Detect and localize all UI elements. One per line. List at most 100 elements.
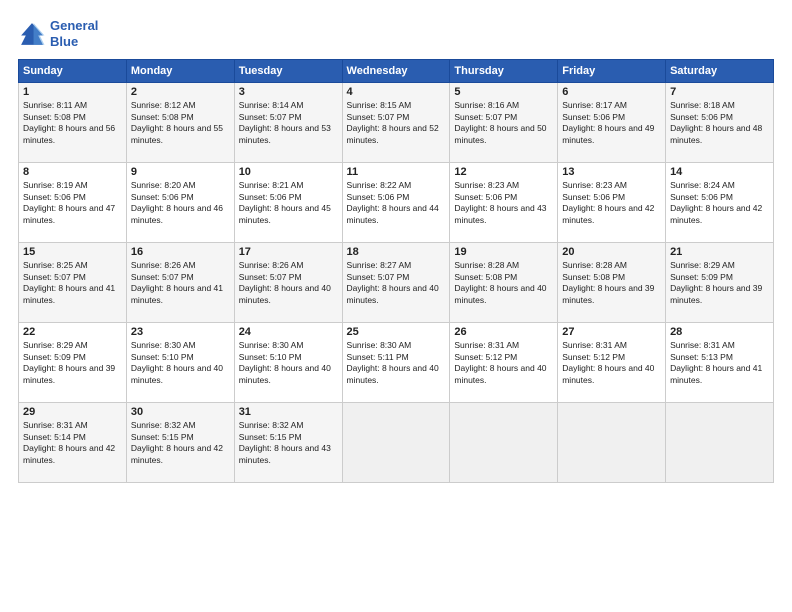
day-info: Sunrise: 8:31 AMSunset: 5:12 PMDaylight:… xyxy=(454,340,553,386)
calendar-cell: 7 Sunrise: 8:18 AMSunset: 5:06 PMDayligh… xyxy=(666,83,774,163)
day-info: Sunrise: 8:26 AMSunset: 5:07 PMDaylight:… xyxy=(239,260,338,306)
day-info: Sunrise: 8:31 AMSunset: 5:13 PMDaylight:… xyxy=(670,340,769,386)
day-number: 26 xyxy=(454,326,553,338)
calendar-cell: 22 Sunrise: 8:29 AMSunset: 5:09 PMDaylig… xyxy=(19,323,127,403)
day-number: 31 xyxy=(239,406,338,418)
calendar-cell: 25 Sunrise: 8:30 AMSunset: 5:11 PMDaylig… xyxy=(342,323,450,403)
day-info: Sunrise: 8:29 AMSunset: 5:09 PMDaylight:… xyxy=(23,340,122,386)
day-info: Sunrise: 8:22 AMSunset: 5:06 PMDaylight:… xyxy=(347,180,446,226)
day-number: 18 xyxy=(347,246,446,258)
day-number: 24 xyxy=(239,326,338,338)
day-info: Sunrise: 8:30 AMSunset: 5:11 PMDaylight:… xyxy=(347,340,446,386)
calendar-table: SundayMondayTuesdayWednesdayThursdayFrid… xyxy=(18,59,774,483)
calendar-week-row: 8 Sunrise: 8:19 AMSunset: 5:06 PMDayligh… xyxy=(19,163,774,243)
calendar-week-row: 22 Sunrise: 8:29 AMSunset: 5:09 PMDaylig… xyxy=(19,323,774,403)
calendar-cell: 17 Sunrise: 8:26 AMSunset: 5:07 PMDaylig… xyxy=(234,243,342,323)
calendar-cell: 6 Sunrise: 8:17 AMSunset: 5:06 PMDayligh… xyxy=(558,83,666,163)
day-info: Sunrise: 8:18 AMSunset: 5:06 PMDaylight:… xyxy=(670,100,769,146)
day-number: 4 xyxy=(347,86,446,98)
day-number: 30 xyxy=(131,406,230,418)
day-info: Sunrise: 8:14 AMSunset: 5:07 PMDaylight:… xyxy=(239,100,338,146)
day-info: Sunrise: 8:32 AMSunset: 5:15 PMDaylight:… xyxy=(239,420,338,466)
day-number: 25 xyxy=(347,326,446,338)
day-number: 20 xyxy=(562,246,661,258)
calendar-cell: 24 Sunrise: 8:30 AMSunset: 5:10 PMDaylig… xyxy=(234,323,342,403)
day-number: 22 xyxy=(23,326,122,338)
day-info: Sunrise: 8:28 AMSunset: 5:08 PMDaylight:… xyxy=(454,260,553,306)
day-number: 11 xyxy=(347,166,446,178)
calendar-header-row: SundayMondayTuesdayWednesdayThursdayFrid… xyxy=(19,60,774,83)
calendar-cell: 10 Sunrise: 8:21 AMSunset: 5:06 PMDaylig… xyxy=(234,163,342,243)
day-info: Sunrise: 8:11 AMSunset: 5:08 PMDaylight:… xyxy=(23,100,122,146)
day-info: Sunrise: 8:23 AMSunset: 5:06 PMDaylight:… xyxy=(562,180,661,226)
column-header-monday: Monday xyxy=(126,60,234,83)
calendar-cell: 14 Sunrise: 8:24 AMSunset: 5:06 PMDaylig… xyxy=(666,163,774,243)
calendar-cell: 19 Sunrise: 8:28 AMSunset: 5:08 PMDaylig… xyxy=(450,243,558,323)
day-info: Sunrise: 8:12 AMSunset: 5:08 PMDaylight:… xyxy=(131,100,230,146)
calendar-week-row: 1 Sunrise: 8:11 AMSunset: 5:08 PMDayligh… xyxy=(19,83,774,163)
day-number: 6 xyxy=(562,86,661,98)
day-number: 5 xyxy=(454,86,553,98)
day-number: 12 xyxy=(454,166,553,178)
day-info: Sunrise: 8:30 AMSunset: 5:10 PMDaylight:… xyxy=(131,340,230,386)
day-number: 2 xyxy=(131,86,230,98)
calendar-cell: 1 Sunrise: 8:11 AMSunset: 5:08 PMDayligh… xyxy=(19,83,127,163)
day-number: 19 xyxy=(454,246,553,258)
column-header-sunday: Sunday xyxy=(19,60,127,83)
day-number: 27 xyxy=(562,326,661,338)
day-info: Sunrise: 8:31 AMSunset: 5:12 PMDaylight:… xyxy=(562,340,661,386)
calendar-cell: 20 Sunrise: 8:28 AMSunset: 5:08 PMDaylig… xyxy=(558,243,666,323)
column-header-wednesday: Wednesday xyxy=(342,60,450,83)
day-number: 28 xyxy=(670,326,769,338)
calendar-week-row: 15 Sunrise: 8:25 AMSunset: 5:07 PMDaylig… xyxy=(19,243,774,323)
column-header-thursday: Thursday xyxy=(450,60,558,83)
day-number: 29 xyxy=(23,406,122,418)
day-info: Sunrise: 8:28 AMSunset: 5:08 PMDaylight:… xyxy=(562,260,661,306)
day-number: 15 xyxy=(23,246,122,258)
calendar-cell xyxy=(558,403,666,483)
calendar-cell: 4 Sunrise: 8:15 AMSunset: 5:07 PMDayligh… xyxy=(342,83,450,163)
day-info: Sunrise: 8:20 AMSunset: 5:06 PMDaylight:… xyxy=(131,180,230,226)
day-number: 16 xyxy=(131,246,230,258)
day-info: Sunrise: 8:24 AMSunset: 5:06 PMDaylight:… xyxy=(670,180,769,226)
day-number: 3 xyxy=(239,86,338,98)
calendar-body: 1 Sunrise: 8:11 AMSunset: 5:08 PMDayligh… xyxy=(19,83,774,483)
day-info: Sunrise: 8:30 AMSunset: 5:10 PMDaylight:… xyxy=(239,340,338,386)
day-number: 14 xyxy=(670,166,769,178)
calendar-cell: 11 Sunrise: 8:22 AMSunset: 5:06 PMDaylig… xyxy=(342,163,450,243)
calendar-cell: 18 Sunrise: 8:27 AMSunset: 5:07 PMDaylig… xyxy=(342,243,450,323)
calendar-cell: 26 Sunrise: 8:31 AMSunset: 5:12 PMDaylig… xyxy=(450,323,558,403)
calendar-cell xyxy=(666,403,774,483)
calendar-cell: 16 Sunrise: 8:26 AMSunset: 5:07 PMDaylig… xyxy=(126,243,234,323)
day-number: 17 xyxy=(239,246,338,258)
day-info: Sunrise: 8:29 AMSunset: 5:09 PMDaylight:… xyxy=(670,260,769,306)
calendar-cell: 31 Sunrise: 8:32 AMSunset: 5:15 PMDaylig… xyxy=(234,403,342,483)
logo-text: General Blue xyxy=(50,18,98,49)
calendar-cell: 29 Sunrise: 8:31 AMSunset: 5:14 PMDaylig… xyxy=(19,403,127,483)
calendar-cell: 13 Sunrise: 8:23 AMSunset: 5:06 PMDaylig… xyxy=(558,163,666,243)
calendar-cell xyxy=(450,403,558,483)
day-number: 13 xyxy=(562,166,661,178)
calendar-cell: 8 Sunrise: 8:19 AMSunset: 5:06 PMDayligh… xyxy=(19,163,127,243)
column-header-friday: Friday xyxy=(558,60,666,83)
calendar-cell: 27 Sunrise: 8:31 AMSunset: 5:12 PMDaylig… xyxy=(558,323,666,403)
calendar-cell: 9 Sunrise: 8:20 AMSunset: 5:06 PMDayligh… xyxy=(126,163,234,243)
day-info: Sunrise: 8:15 AMSunset: 5:07 PMDaylight:… xyxy=(347,100,446,146)
column-header-saturday: Saturday xyxy=(666,60,774,83)
day-info: Sunrise: 8:27 AMSunset: 5:07 PMDaylight:… xyxy=(347,260,446,306)
calendar-cell: 5 Sunrise: 8:16 AMSunset: 5:07 PMDayligh… xyxy=(450,83,558,163)
calendar-week-row: 29 Sunrise: 8:31 AMSunset: 5:14 PMDaylig… xyxy=(19,403,774,483)
day-number: 8 xyxy=(23,166,122,178)
calendar-cell: 12 Sunrise: 8:23 AMSunset: 5:06 PMDaylig… xyxy=(450,163,558,243)
logo-icon xyxy=(18,20,46,48)
calendar-cell: 2 Sunrise: 8:12 AMSunset: 5:08 PMDayligh… xyxy=(126,83,234,163)
day-info: Sunrise: 8:23 AMSunset: 5:06 PMDaylight:… xyxy=(454,180,553,226)
day-info: Sunrise: 8:17 AMSunset: 5:06 PMDaylight:… xyxy=(562,100,661,146)
calendar-cell: 28 Sunrise: 8:31 AMSunset: 5:13 PMDaylig… xyxy=(666,323,774,403)
day-info: Sunrise: 8:16 AMSunset: 5:07 PMDaylight:… xyxy=(454,100,553,146)
calendar-cell: 3 Sunrise: 8:14 AMSunset: 5:07 PMDayligh… xyxy=(234,83,342,163)
day-info: Sunrise: 8:19 AMSunset: 5:06 PMDaylight:… xyxy=(23,180,122,226)
column-header-tuesday: Tuesday xyxy=(234,60,342,83)
day-info: Sunrise: 8:31 AMSunset: 5:14 PMDaylight:… xyxy=(23,420,122,466)
day-number: 9 xyxy=(131,166,230,178)
